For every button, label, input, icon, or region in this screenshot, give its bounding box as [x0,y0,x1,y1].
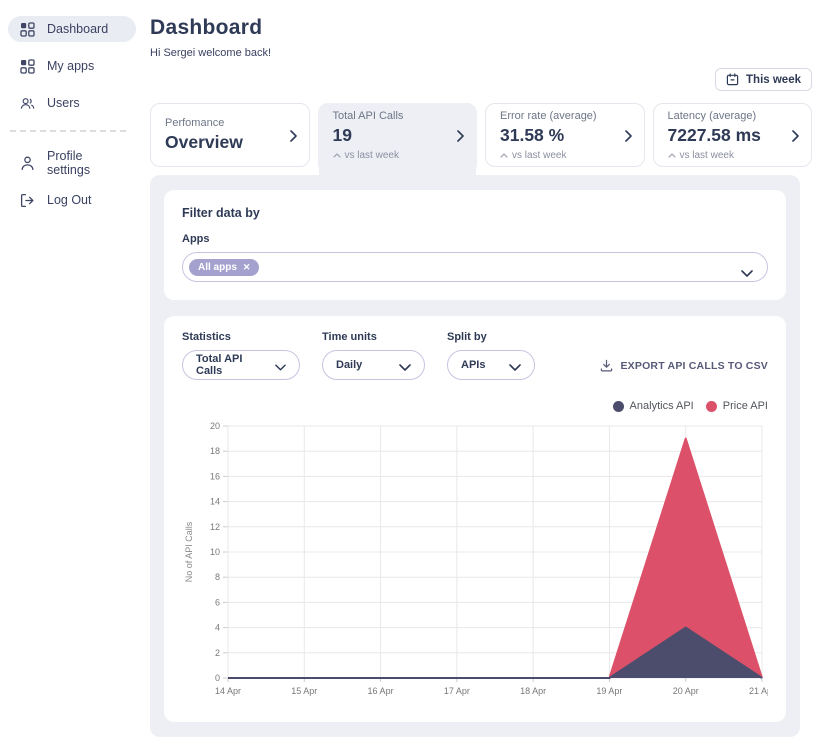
chart-legend: Analytics API Price API [182,400,768,412]
legend-label: Price API [722,400,768,412]
chip-label: All apps [198,261,237,273]
svg-text:16 Apr: 16 Apr [368,686,394,696]
tab-value: 19 [332,124,352,145]
svg-text:2: 2 [215,648,220,658]
tab-value: 7227.58 ms [667,124,761,145]
svg-text:0: 0 [215,673,220,683]
svg-text:20: 20 [210,421,220,431]
sidebar-item-my-apps[interactable]: My apps [8,53,136,79]
download-icon [600,359,613,372]
tab-label: Latency (average) [667,109,757,122]
svg-text:19 Apr: 19 Apr [596,686,622,696]
sidebar-item-dashboard[interactable]: Dashboard [8,16,136,42]
svg-text:20 Apr: 20 Apr [673,686,699,696]
svg-text:14: 14 [210,497,220,507]
tab-label: Perfomance [165,117,225,129]
sidebar-item-log-out[interactable]: Log Out [8,187,136,213]
apps-label: Apps [182,233,210,245]
dashboard-panel: Filter data by Apps All apps ✕ Statistic… [150,175,800,737]
svg-text:15 Apr: 15 Apr [291,686,317,696]
stat-tabs: Perfomance Overview Total API Calls 19 v… [150,103,812,176]
legend-dot [705,400,717,412]
sidebar-divider [10,130,126,132]
split-by-select[interactable]: APIs [447,350,535,380]
users-icon [20,96,35,111]
chevron-down-icon [399,362,411,371]
chevron-up-icon [667,152,676,158]
legend-item-price-api[interactable]: Price API [705,400,768,412]
api-calls-chart: 0 2 4 6 8 10 12 14 16 18 20 14 Apr 15 Apr 16 Apr 17 Ap… [184,421,768,696]
statistics-card: Statistics Total API Calls Time units Da… [164,316,786,722]
export-csv-label: EXPORT API CALLS TO CSV [620,359,768,372]
time-units-value: Daily [336,359,363,371]
chevron-right-icon [624,129,632,142]
period-selector-label: This week [746,73,801,86]
sidebar-item-label: My apps [47,59,95,73]
tab-performance-overview[interactable]: Perfomance Overview [150,103,310,167]
chevron-right-icon [792,129,799,142]
svg-text:17 Apr: 17 Apr [444,686,470,696]
svg-text:6: 6 [215,597,220,607]
chevron-right-icon [289,129,297,142]
tab-compare: vs last week [667,150,761,161]
page-subtitle: Hi Sergei welcome back! [150,47,272,59]
chevron-up-icon [332,152,341,158]
filter-card: Filter data by Apps All apps ✕ [164,190,786,300]
sidebar-item-label: Log Out [47,193,92,207]
sidebar-item-label: Profile settings [47,149,91,177]
svg-text:21 Apr: 21 Apr [749,686,768,696]
sidebar-item-profile-settings[interactable]: Profile settings [8,149,136,177]
main-content: Dashboard Hi Sergei welcome back! This w… [136,0,824,746]
split-by-value: APIs [461,359,486,371]
sidebar: Dashboard My apps Users Profile settings… [0,0,136,746]
legend-item-analytics-api[interactable]: Analytics API [612,400,694,412]
statistics-label: Statistics [182,331,231,343]
time-units-label: Time units [322,331,377,343]
svg-text:18: 18 [210,446,220,456]
tab-compare: vs last week [332,150,404,161]
logout-icon [20,193,35,208]
tab-total-api-calls[interactable]: Total API Calls 19 vs last week [317,103,477,176]
legend-dot [612,400,624,412]
grid-icon [20,21,35,37]
statistics-value: Total API Calls [196,353,243,377]
svg-text:14 Apr: 14 Apr [215,686,241,696]
page-title: Dashboard [150,16,263,39]
apps-chip-all-apps[interactable]: All apps ✕ [189,258,260,276]
export-csv-button[interactable]: EXPORT API CALLS TO CSV [600,359,768,372]
tab-label: Total API Calls [332,109,404,122]
grid-icon [20,58,35,74]
svg-text:16: 16 [210,471,220,481]
tab-label: Error rate (average) [500,109,597,122]
chevron-down-icon [275,362,286,371]
calendar-icon [726,73,739,86]
filter-title: Filter data by [182,206,260,220]
tab-compare: vs last week [500,150,597,161]
chevron-down-icon [741,264,753,277]
legend-label: Analytics API [629,400,694,412]
person-icon [20,156,35,171]
sidebar-item-label: Dashboard [47,22,109,36]
sidebar-item-users[interactable]: Users [8,90,136,116]
svg-text:No of API Calls: No of API Calls [184,521,194,582]
tab-value: 31.58 % [500,124,565,145]
chevron-down-icon [509,362,521,371]
apps-multiselect[interactable]: All apps ✕ [182,252,768,282]
svg-text:18 Apr: 18 Apr [520,686,546,696]
chevron-up-icon [500,152,508,158]
tab-value: Overview [165,132,243,152]
period-selector-button[interactable]: This week [715,68,812,91]
chevron-right-icon [457,129,464,142]
svg-text:4: 4 [215,623,220,633]
svg-text:12: 12 [210,522,220,532]
tab-error-rate[interactable]: Error rate (average) 31.58 % vs last wee… [485,103,645,167]
statistics-select[interactable]: Total API Calls [182,350,300,380]
sidebar-item-label: Users [47,96,80,110]
close-icon[interactable]: ✕ [243,262,251,273]
split-by-label: Split by [447,331,487,343]
svg-text:8: 8 [215,572,220,582]
svg-text:10: 10 [210,547,220,557]
time-units-select[interactable]: Daily [322,350,425,380]
tab-latency[interactable]: Latency (average) 7227.58 ms vs last wee… [652,103,812,167]
